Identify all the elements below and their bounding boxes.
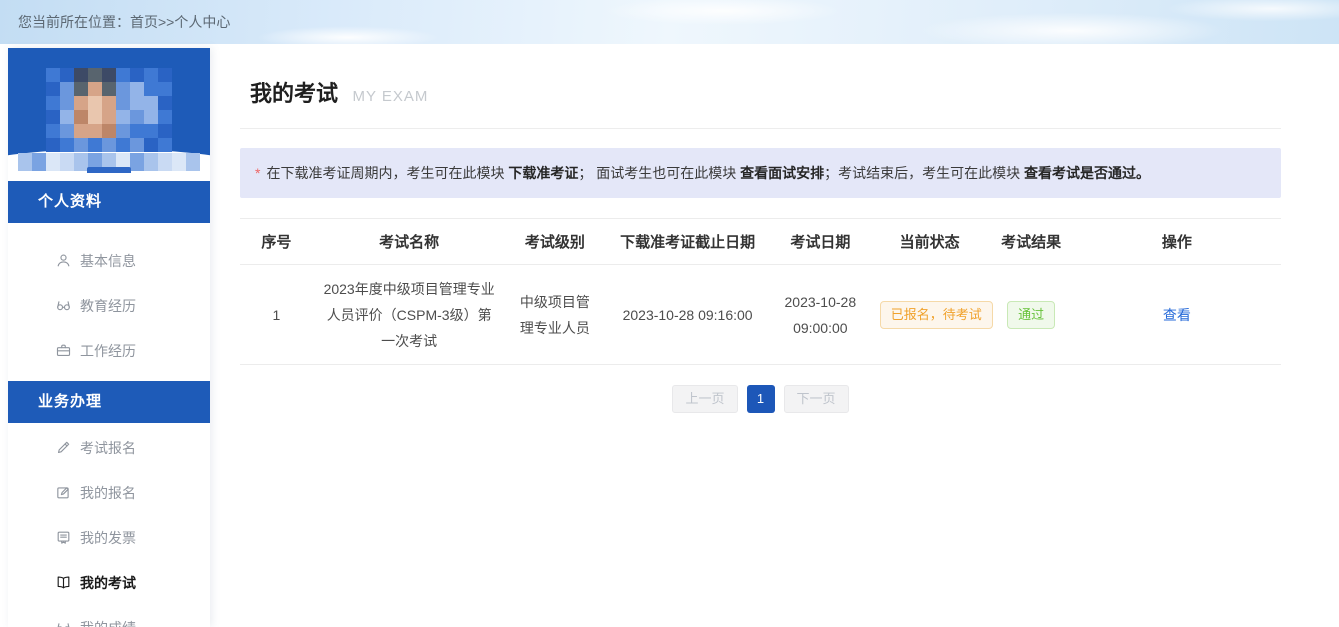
notice-bold-text: 查看面试安排 bbox=[740, 165, 824, 181]
col-header-1: 序号 bbox=[240, 219, 313, 265]
notice-bold-text: 下载准考证 bbox=[508, 165, 578, 181]
menu-item-label: 考试报名 bbox=[80, 438, 136, 458]
notice-plain-text: ；考试结束后，考生可在此模块 bbox=[824, 165, 1024, 181]
breadcrumb: 您当前所在位置：首页>>个人中心 bbox=[18, 14, 230, 30]
title-row: 我的考试 MY EXAM bbox=[240, 44, 1281, 129]
menu-item-label: 我的考试 bbox=[80, 573, 136, 593]
view-link[interactable]: 查看 bbox=[1163, 307, 1191, 323]
sidebar-item-work-history[interactable]: 工作经历 bbox=[8, 328, 210, 373]
pencil-icon bbox=[55, 439, 72, 456]
menu-personal-info: 基本信息教育经历工作经历 bbox=[8, 223, 210, 373]
notice-text: 在下载准考证周期内，考生可在此模块 下载准考证； 面试考生也可在此模块 查看面试… bbox=[266, 165, 1150, 181]
notice-plain-text: 在下载准考证周期内，考生可在此模块 bbox=[266, 165, 508, 181]
glasses-icon bbox=[55, 619, 72, 627]
glasses-icon bbox=[55, 297, 72, 314]
menu-item-label: 工作经历 bbox=[80, 341, 136, 361]
page-number-1[interactable]: 1 bbox=[747, 385, 775, 413]
sidebar-nav: 个人资料基本信息教育经历工作经历业务办理考试报名我的报名我的发票我的考试我的成绩 bbox=[8, 181, 210, 627]
user-name-blurred-accent bbox=[87, 167, 131, 173]
exam-seq: 1 bbox=[240, 265, 313, 365]
exam-name: 2023年度中级项目管理专业人员评价（CSPM-3级）第一次考试 bbox=[313, 265, 506, 365]
sidebar-item-my-invoice[interactable]: 我的发票 bbox=[8, 515, 210, 560]
notice-bar: * 在下载准考证周期内，考生可在此模块 下载准考证； 面试考生也可在此模块 查看面… bbox=[240, 148, 1281, 198]
page-subtitle: MY EXAM bbox=[352, 88, 428, 105]
briefcase-icon bbox=[55, 342, 72, 359]
pagination: 上一页 1 下一页 bbox=[240, 385, 1281, 413]
menu-item-label: 我的成绩 bbox=[80, 618, 136, 627]
status-cell: 已报名，待考试 bbox=[870, 265, 990, 365]
sidebar-item-my-registration[interactable]: 我的报名 bbox=[8, 470, 210, 515]
menu-item-label: 教育经历 bbox=[80, 296, 136, 316]
table-row: 12023年度中级项目管理专业人员评价（CSPM-3级）第一次考试中级项目管理专… bbox=[240, 265, 1281, 365]
prev-page-button[interactable]: 上一页 bbox=[672, 385, 737, 413]
notice-bold-text: 查看考试是否通过。 bbox=[1024, 165, 1150, 181]
table-header-row: 序号考试名称考试级别下载准考证截止日期考试日期当前状态考试结果操作 bbox=[240, 219, 1281, 265]
result-badge: 通过 bbox=[1007, 301, 1055, 329]
menu-business: 考试报名我的报名我的发票我的考试我的成绩 bbox=[8, 423, 210, 627]
notice-plain-text: ； 面试考生也可在此模块 bbox=[578, 165, 740, 181]
col-header-4: 下载准考证截止日期 bbox=[604, 219, 771, 265]
menu-item-label: 我的发票 bbox=[80, 528, 136, 548]
ticket-deadline: 2023-10-28 09:16:00 bbox=[604, 265, 771, 365]
main-panel: 我的考试 MY EXAM * 在下载准考证周期内，考生可在此模块 下载准考证； 面… bbox=[240, 44, 1281, 627]
exam-level: 中级项目管理专业人员 bbox=[505, 265, 604, 365]
action-cell: 查看 bbox=[1073, 265, 1281, 365]
sidebar-item-my-exam[interactable]: 我的考试 bbox=[8, 560, 210, 605]
col-header-3: 考试级别 bbox=[505, 219, 604, 265]
sidebar-item-basic-info[interactable]: 基本信息 bbox=[8, 238, 210, 283]
section-header-personal-info: 个人资料 bbox=[8, 181, 210, 223]
sidebar: 个人资料基本信息教育经历工作经历业务办理考试报名我的报名我的发票我的考试我的成绩 bbox=[8, 48, 210, 627]
section-header-business: 业务办理 bbox=[8, 381, 210, 423]
breadcrumb-bar: 您当前所在位置：首页>>个人中心 bbox=[0, 0, 1339, 44]
col-header-7: 考试结果 bbox=[989, 219, 1072, 265]
page-title: 我的考试 bbox=[250, 81, 338, 106]
col-header-6: 当前状态 bbox=[870, 219, 990, 265]
menu-item-label: 基本信息 bbox=[80, 251, 136, 271]
col-header-8: 操作 bbox=[1073, 219, 1281, 265]
notice-star: * bbox=[255, 165, 260, 181]
exam-date: 2023-10-28 09:00:00 bbox=[771, 265, 870, 365]
status-badge: 已报名，待考试 bbox=[880, 301, 993, 329]
avatar bbox=[46, 68, 172, 152]
col-header-2: 考试名称 bbox=[313, 219, 506, 265]
exam-table: 序号考试名称考试级别下载准考证截止日期考试日期当前状态考试结果操作 12023年… bbox=[240, 218, 1281, 365]
sidebar-item-my-score[interactable]: 我的成绩 bbox=[8, 605, 210, 627]
next-page-button[interactable]: 下一页 bbox=[784, 385, 849, 413]
profile-card bbox=[8, 48, 210, 173]
result-cell: 通过 bbox=[989, 265, 1072, 365]
menu-item-label: 我的报名 bbox=[80, 483, 136, 503]
sidebar-item-education-history[interactable]: 教育经历 bbox=[8, 283, 210, 328]
col-header-5: 考试日期 bbox=[771, 219, 870, 265]
user-icon bbox=[55, 252, 72, 269]
book-icon bbox=[55, 574, 72, 591]
sidebar-item-exam-registration[interactable]: 考试报名 bbox=[8, 425, 210, 470]
edit-icon bbox=[55, 484, 72, 501]
invoice-icon bbox=[55, 529, 72, 546]
